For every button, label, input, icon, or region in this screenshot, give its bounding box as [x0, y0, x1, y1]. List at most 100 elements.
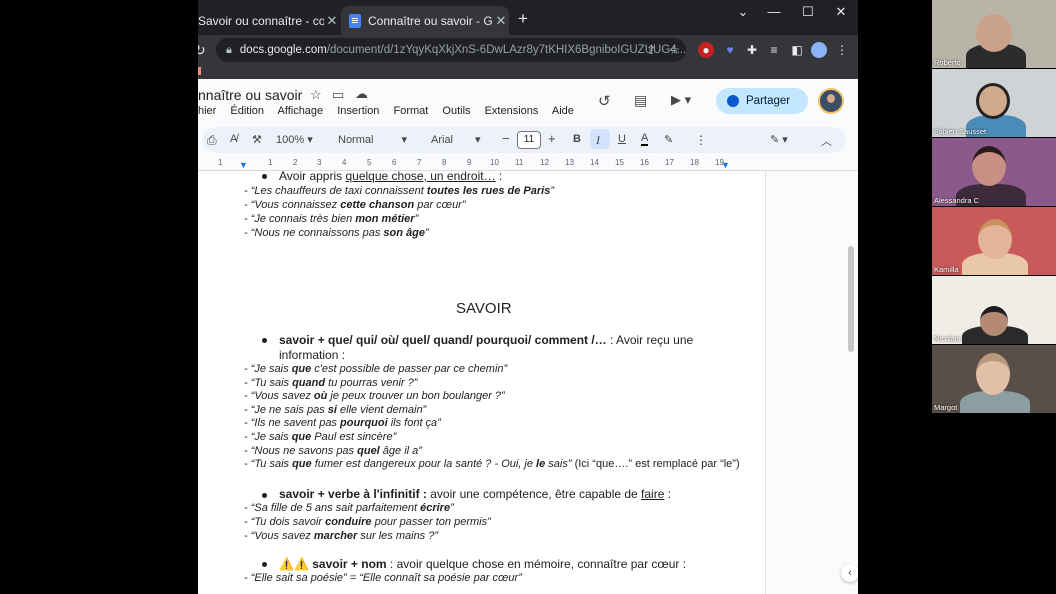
example-line: - “Vous savez où je peux trouver un bon …	[244, 390, 505, 402]
chrome-menu-icon[interactable]: ⋮	[834, 42, 850, 58]
menu-extensions[interactable]: Extensions	[485, 105, 539, 117]
tab-savoir-cours[interactable]: Savoir ou connaître - cours - Exe ✕	[198, 6, 340, 35]
history-icon[interactable]: ↺	[598, 92, 611, 110]
participant-tile[interactable]: Nicolaia	[932, 276, 1056, 344]
bookmark-star-icon[interactable]: ☆	[669, 43, 680, 57]
browser-window: Savoir ou connaître - cours - Exe ✕ Conn…	[198, 0, 858, 594]
example-line: - “Sa fille de 5 ans sait parfaitement é…	[244, 502, 454, 514]
font-select[interactable]: Arial ▾	[431, 133, 481, 146]
share-button[interactable]: Partager	[716, 88, 808, 114]
share-page-icon[interactable]: ⇪	[646, 43, 656, 57]
comments-icon[interactable]: ▤	[634, 92, 647, 109]
participant-tile[interactable]: Roberto	[932, 0, 1056, 68]
decrease-font-icon[interactable]: −	[502, 131, 510, 146]
docs-toolbar: ⎙ A̸ ⚒ 100% ▾ Normal ▾ Arial ▾ − 11 + B I …	[198, 125, 858, 155]
participant-tile[interactable]: Margot	[932, 345, 1056, 413]
zoom-select[interactable]: 100% ▾	[276, 133, 313, 146]
close-tab-icon[interactable]: ✕	[493, 13, 509, 29]
increase-font-icon[interactable]: +	[548, 131, 556, 146]
print-icon[interactable]: ⎙	[207, 133, 217, 148]
bullet-dot	[262, 338, 267, 343]
paint-format-icon[interactable]: ⚒	[252, 133, 262, 146]
tab-title: Savoir ou connaître - cours - Exe	[198, 13, 324, 28]
text-color-button[interactable]: A	[641, 133, 649, 146]
ruler-number: 13	[565, 158, 574, 167]
tab-connaitre-savoir[interactable]: Connaître ou savoir - Google Do ✕	[341, 6, 509, 35]
star-icon[interactable]: ☆	[310, 87, 322, 103]
document-page[interactable]: Avoir appris quelque chose, un endroit… …	[198, 171, 766, 594]
google-docs-icon	[349, 13, 361, 28]
profile-avatar-icon[interactable]	[811, 42, 827, 58]
share-label: Partager	[746, 95, 791, 107]
menu-affichage[interactable]: Affichage	[278, 105, 324, 117]
meet-icon[interactable]: ▶ ▾	[671, 92, 691, 108]
participant-face	[976, 83, 1010, 119]
extensions-puzzle-icon[interactable]: ✚	[744, 42, 760, 58]
example-line: - “Nous ne connaissons pas son âge”	[244, 227, 429, 239]
participant-face	[976, 14, 1012, 52]
side-panel-icon[interactable]: ◧	[789, 42, 805, 58]
participant-face	[980, 306, 1008, 336]
menu-insertion[interactable]: Insertion	[337, 105, 379, 117]
section-heading: SAVOIR	[456, 300, 512, 317]
docs-header: nnaître ou savoir ☆ ▭ ☁ hier Édition Aff…	[198, 79, 858, 125]
ruler-number: 17	[665, 158, 674, 167]
ruler: ▼ ▼ 1 1 2 3 4 5 6 7 8 9 10 11 12 13 14 1…	[198, 155, 858, 171]
url-path: /document/d/1zYqyKqXkjXnS-6DwLAzr8y7tKHI…	[326, 44, 686, 56]
style-select[interactable]: Normal ▾	[338, 133, 407, 146]
tab-search-icon[interactable]: ⌄	[733, 4, 753, 20]
close-window-icon[interactable]: ✕	[831, 4, 851, 20]
lock-icon[interactable]: 🔒︎	[226, 44, 232, 57]
example-line: - “Tu sais que fumer est dangereux pour …	[244, 458, 740, 470]
more-options-icon[interactable]: ⋮	[695, 133, 707, 147]
ruler-number: 3	[317, 158, 322, 167]
highlight-icon[interactable]: ✎	[664, 133, 673, 146]
close-tab-icon[interactable]: ✕	[324, 13, 340, 29]
move-folder-icon[interactable]: ▭	[332, 87, 344, 103]
participant-face	[972, 146, 1006, 186]
menu-edition[interactable]: Édition	[230, 105, 264, 117]
participant-tile[interactable]: Kamilla	[932, 207, 1056, 275]
participant-tile[interactable]: Fabien Sausset	[932, 69, 1056, 137]
ruler-number: 12	[540, 158, 549, 167]
minimize-icon[interactable]: —	[764, 4, 784, 19]
bookmark-icon[interactable]	[198, 67, 201, 75]
media-control-icon[interactable]: ≡	[766, 42, 782, 58]
underline-button[interactable]: U	[618, 133, 626, 145]
maximize-icon[interactable]: ☐	[798, 4, 818, 20]
participant-tile[interactable]: Alessandra C	[932, 138, 1056, 206]
indent-marker-icon[interactable]: ▼	[239, 160, 248, 170]
scrollbar[interactable]	[848, 246, 854, 352]
menu-aide[interactable]: Aide	[552, 105, 574, 117]
menu-outils[interactable]: Outils	[442, 105, 470, 117]
account-avatar[interactable]	[818, 88, 844, 114]
url-bar[interactable]: 🔒︎ docs.google.com /document/d/1zYqyKqXk…	[216, 38, 686, 62]
recording-icon[interactable]: ●	[698, 42, 714, 58]
cloud-status-icon[interactable]: ☁	[355, 86, 368, 102]
participant-face	[976, 353, 1010, 395]
example-line: - “Vous savez marcher sur les mains ?”	[244, 530, 439, 542]
bullet-savoir-que-line2: information :	[279, 348, 346, 362]
ruler-number: 6	[392, 158, 397, 167]
bold-button[interactable]: B	[573, 133, 581, 145]
menu-fichier[interactable]: hier	[198, 105, 216, 117]
document-title[interactable]: nnaître ou savoir	[198, 87, 302, 103]
example-line: - “Elle sait sa poésie” = “Elle connaît …	[244, 572, 522, 584]
new-tab-icon[interactable]: +	[518, 9, 528, 29]
example-line: - “Tu sais quand tu pourras venir ?”	[244, 377, 418, 389]
reload-icon[interactable]: ↻	[198, 42, 210, 59]
heart-extension-icon[interactable]: ♥	[722, 42, 738, 58]
menu-bar: hier Édition Affichage Insertion Format …	[198, 105, 585, 117]
ruler-number: 1	[268, 158, 273, 167]
italic-button[interactable]: I	[596, 133, 600, 148]
ruler-number: 11	[515, 158, 524, 167]
editing-mode-icon[interactable]: ✎ ▾	[770, 133, 788, 146]
ruler-number: 18	[690, 158, 699, 167]
font-size-input[interactable]: 11	[517, 131, 541, 149]
side-panel-toggle-icon[interactable]: ‹	[841, 564, 858, 582]
participant-name: Alessandra C	[934, 196, 980, 205]
spellcheck-icon[interactable]: A̸	[230, 133, 237, 145]
example-line: - “Vous connaissez cette chanson par cœu…	[244, 199, 466, 211]
collapse-menus-icon[interactable]: ︿	[821, 133, 832, 149]
menu-format[interactable]: Format	[394, 105, 429, 117]
